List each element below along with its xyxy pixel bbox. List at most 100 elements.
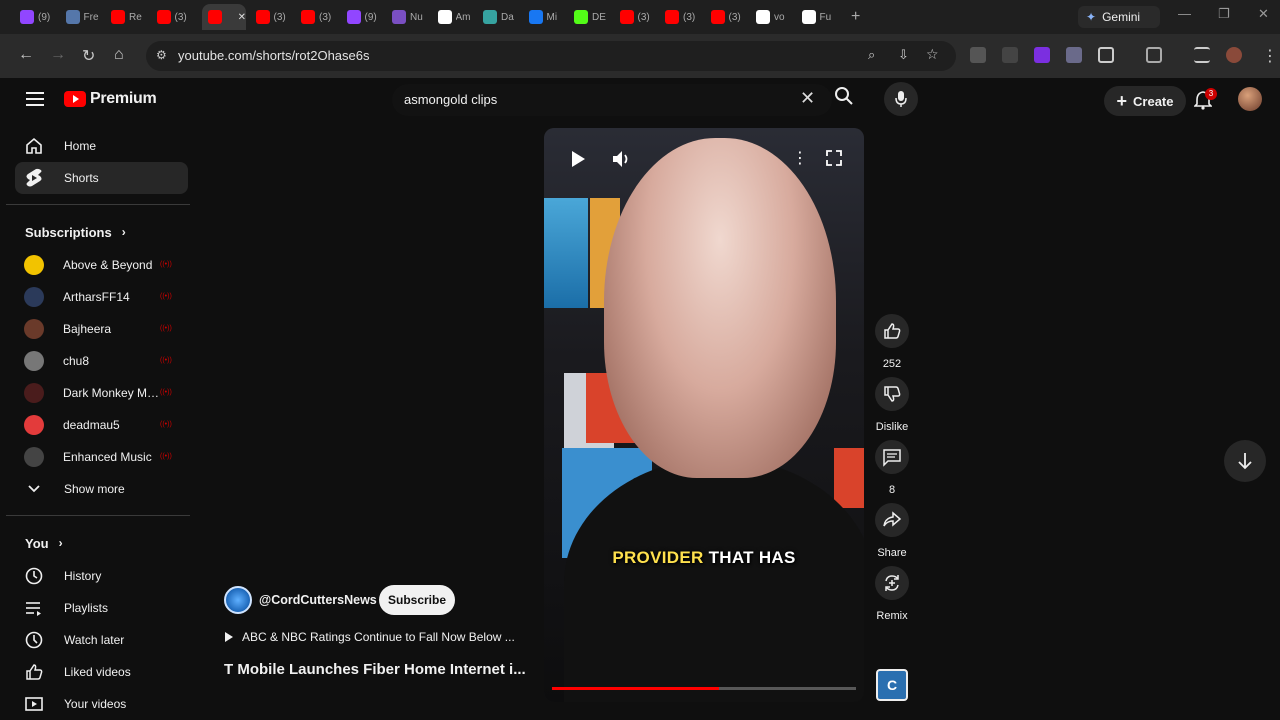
volume-icon[interactable] xyxy=(612,150,632,168)
browser-tab-label: Fu xyxy=(819,11,832,23)
browser-tab[interactable]: Nu xyxy=(392,4,428,30)
new-tab-icon[interactable]: + xyxy=(851,8,860,26)
maximize-icon[interactable]: ❐ xyxy=(1218,6,1230,22)
show-more-button[interactable]: Show more xyxy=(6,473,190,505)
extension-mask-icon[interactable] xyxy=(1002,47,1018,63)
browser-tab[interactable]: (3) xyxy=(301,4,337,30)
share-button[interactable]: Share xyxy=(870,503,914,559)
subscription-item[interactable]: chu8 ((•)) xyxy=(6,345,190,377)
extensions-puzzle-icon[interactable] xyxy=(1098,47,1114,63)
next-short-button[interactable] xyxy=(1224,440,1266,482)
live-indicator-icon: ((•)) xyxy=(160,389,172,396)
zoom-icon[interactable]: ⌕ xyxy=(868,47,875,63)
subscriptions-list: Above & Beyond ((•)) ArtharsFF14 ((•)) Bajhe… xyxy=(6,249,190,473)
subscription-item[interactable]: Dark Monkey Mu... ((•)) xyxy=(6,377,190,409)
subscription-item[interactable]: Bajheera ((•)) xyxy=(6,313,190,345)
browser-tab[interactable]: Da xyxy=(483,4,519,30)
browser-tab[interactable]: (9) xyxy=(346,4,383,30)
sidebar-item-watch-later[interactable]: Watch later xyxy=(6,624,190,656)
sidebar-item-playlists[interactable]: Playlists xyxy=(6,592,190,624)
related-video-link[interactable]: ABC & NBC Ratings Continue to Fall Now B… xyxy=(224,630,515,644)
sidebar-item-history[interactable]: History xyxy=(6,560,190,592)
channel-handle[interactable]: @CordCuttersNews xyxy=(259,593,377,607)
browser-tab[interactable]: ✕ xyxy=(202,4,246,30)
subscriptions-header[interactable]: Subscriptions › xyxy=(6,215,190,249)
omnibox[interactable]: ⚙ youtube.com/shorts/rot2Ohase6s ⌕ ⇩ ☆ xyxy=(146,41,956,71)
subscription-item[interactable]: deadmau5 ((•)) xyxy=(6,409,190,441)
search-input[interactable]: asmongold clips xyxy=(404,92,497,107)
reload-icon[interactable]: ↻ xyxy=(82,46,95,66)
remix-label: Remix xyxy=(876,610,908,622)
browser-tab[interactable]: (9) xyxy=(20,4,56,30)
subscription-name: deadmau5 xyxy=(63,418,120,432)
channel-avatar[interactable] xyxy=(224,586,252,614)
search-box[interactable]: asmongold clips ✕ xyxy=(392,84,832,116)
side-panel-icon[interactable] xyxy=(1146,47,1162,63)
browser-tab[interactable]: (3) xyxy=(710,4,747,30)
subscription-item[interactable]: Above & Beyond ((•)) xyxy=(6,249,190,281)
url-text[interactable]: youtube.com/shorts/rot2Ohase6s xyxy=(178,48,370,63)
comments-button[interactable]: 8 xyxy=(870,440,914,496)
profile-avatar-icon[interactable] xyxy=(1226,47,1242,63)
subscription-item[interactable]: ArtharsFF14 ((•)) xyxy=(6,281,190,313)
voice-search-button[interactable] xyxy=(884,82,918,116)
install-icon[interactable]: ⇩ xyxy=(898,47,909,63)
browser-tab[interactable]: Am xyxy=(437,4,474,30)
account-avatar[interactable] xyxy=(1238,87,1262,111)
browser-tab[interactable]: (3) xyxy=(665,4,701,30)
you-header[interactable]: You › xyxy=(6,526,190,560)
watch-later-label: Watch later xyxy=(64,633,125,647)
comment-icon xyxy=(875,440,909,474)
youtube-icon xyxy=(156,10,171,24)
site-info-icon[interactable]: ⚙ xyxy=(156,48,167,62)
extension-purple-icon[interactable] xyxy=(1034,47,1050,63)
subscribe-button[interactable]: Subscribe xyxy=(379,585,455,615)
sidebar-item-liked-videos[interactable]: Liked videos xyxy=(6,656,190,688)
sidebar-item-your-videos[interactable]: Your videos xyxy=(6,688,190,720)
fullscreen-icon[interactable] xyxy=(826,150,842,166)
gemini-button[interactable]: ✦ Gemini xyxy=(1078,6,1160,28)
extension-glasses-icon[interactable] xyxy=(970,47,986,63)
clear-search-icon[interactable]: ✕ xyxy=(800,88,815,109)
short-title[interactable]: T Mobile Launches Fiber Home Internet i.… xyxy=(224,661,534,678)
play-icon[interactable] xyxy=(570,150,586,168)
media-controls-icon[interactable] xyxy=(1194,47,1210,63)
home-icon[interactable]: ⌂ xyxy=(114,46,124,64)
sidebar-item-shorts[interactable]: Shorts xyxy=(15,162,188,194)
hamburger-menu-icon[interactable] xyxy=(26,92,44,106)
create-button[interactable]: + Create xyxy=(1104,86,1186,116)
close-tab-icon[interactable]: ✕ xyxy=(238,12,246,23)
subscription-item[interactable]: Enhanced Music ((•)) xyxy=(6,441,190,473)
shorts-icon xyxy=(24,168,44,188)
browser-tab[interactable]: (3) xyxy=(156,4,193,30)
like-button[interactable]: 252 xyxy=(870,314,914,370)
browser-tab[interactable]: vo xyxy=(756,4,792,30)
browser-tab[interactable]: Re xyxy=(111,4,147,30)
search-icon[interactable] xyxy=(834,86,854,106)
minimize-icon[interactable]: — xyxy=(1178,6,1191,21)
caption-highlight: PROVIDER xyxy=(612,548,704,567)
browser-tab[interactable]: Fu xyxy=(801,4,838,30)
shorts-video-player[interactable]: PROVIDER THAT HAS ⋮ xyxy=(544,128,864,702)
forward-icon[interactable]: → xyxy=(50,46,66,64)
browser-menu-icon[interactable]: ⋮ xyxy=(1262,46,1278,66)
sound-channel-thumbnail[interactable]: C xyxy=(876,669,908,701)
browser-tab[interactable]: (3) xyxy=(619,4,656,30)
video-progress-bar[interactable] xyxy=(552,687,856,690)
back-icon[interactable]: ← xyxy=(18,46,34,64)
sidebar: Home Shorts Subscriptions › Above & Beyo… xyxy=(6,130,190,720)
dislike-button[interactable]: Dislike xyxy=(870,377,914,433)
globe-icon xyxy=(483,10,497,24)
bookmark-star-icon[interactable]: ☆ xyxy=(926,46,939,63)
sidebar-item-home[interactable]: Home xyxy=(6,130,190,162)
extension-shield-icon[interactable] xyxy=(1066,47,1082,63)
browser-tab-label: (3) xyxy=(637,11,650,23)
youtube-premium-logo[interactable]: Premium xyxy=(64,90,157,108)
close-window-icon[interactable]: ✕ xyxy=(1258,6,1269,22)
browser-tab[interactable]: Fre xyxy=(65,4,102,30)
browser-tab[interactable]: DE xyxy=(574,4,610,30)
browser-tab[interactable]: (3) xyxy=(255,4,292,30)
browser-tab[interactable]: Mi xyxy=(528,4,565,30)
remix-button[interactable]: Remix xyxy=(870,566,914,622)
more-options-icon[interactable]: ⋮ xyxy=(792,148,808,168)
